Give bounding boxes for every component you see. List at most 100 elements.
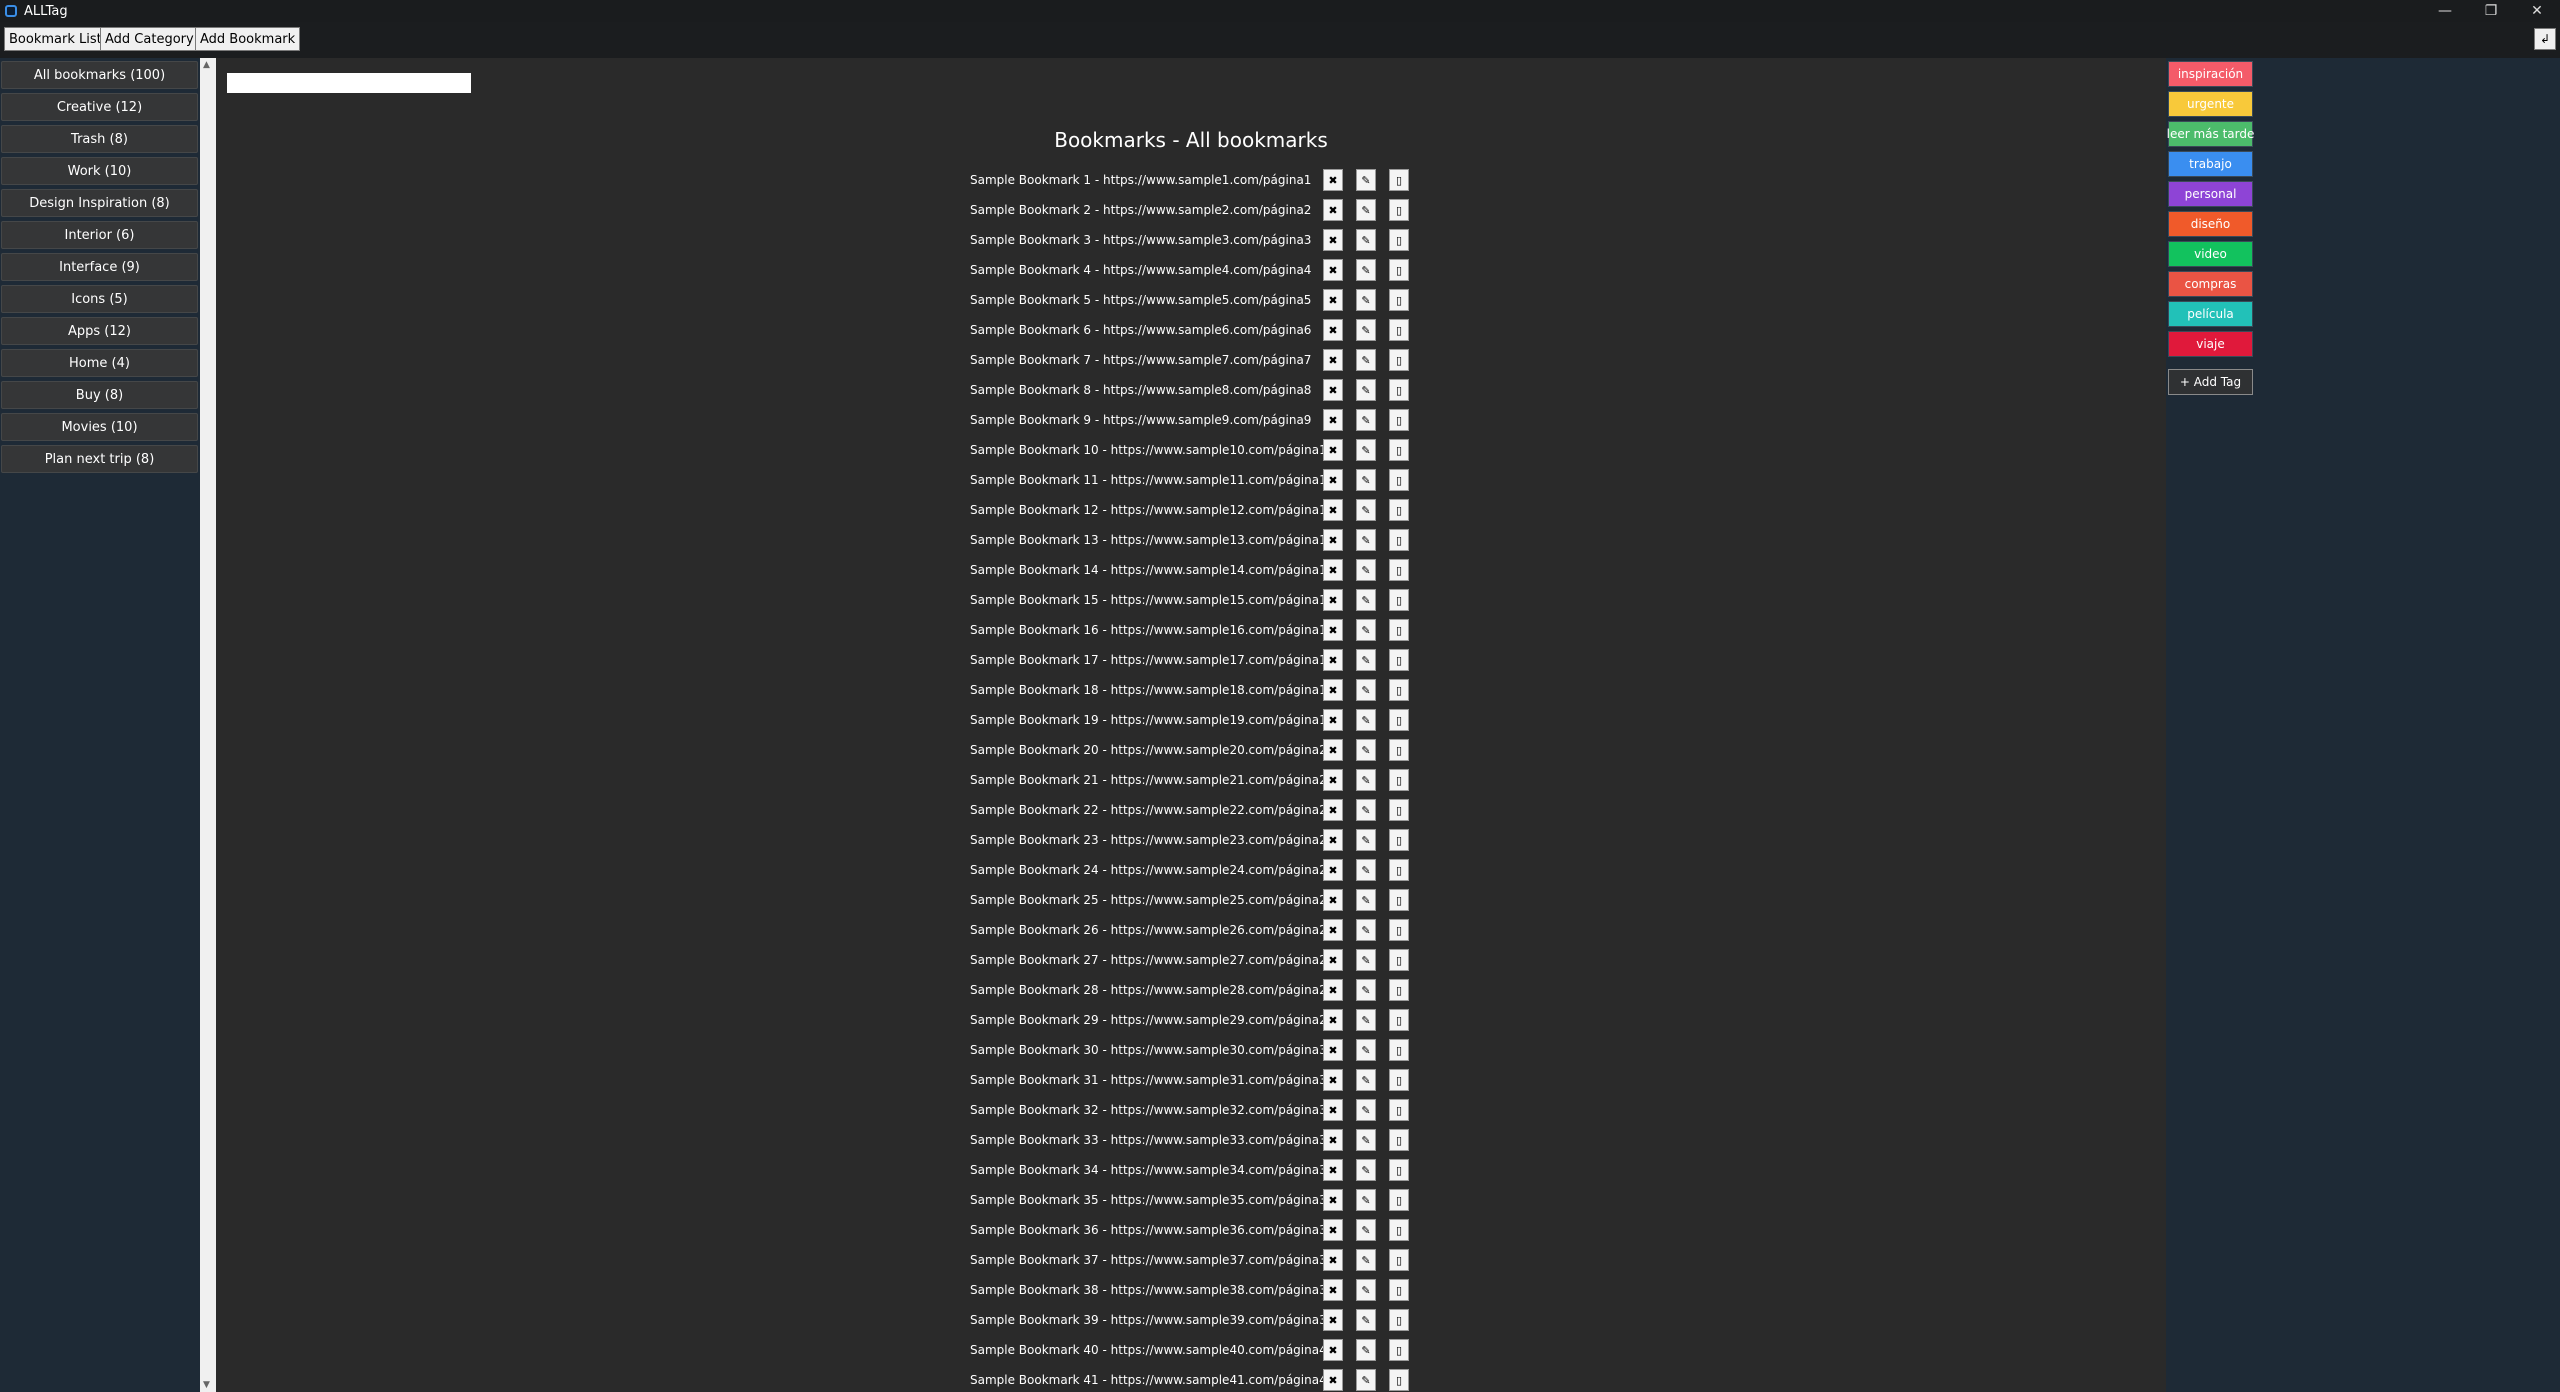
edit-icon[interactable]: ✎ [1356,1309,1376,1331]
delete-icon[interactable]: ✖ [1323,859,1343,881]
bookmark-link[interactable]: Sample Bookmark 7 - https://www.sample7.… [970,348,1311,372]
delete-icon[interactable]: ✖ [1323,739,1343,761]
tag-diseno[interactable]: diseño [2168,211,2253,237]
delete-icon[interactable]: ✖ [1323,559,1343,581]
copy-icon[interactable]: ▯ [1389,919,1409,941]
copy-icon[interactable]: ▯ [1389,859,1409,881]
copy-icon[interactable]: ▯ [1389,1129,1409,1151]
bookmark-link[interactable]: Sample Bookmark 22 - https://www.sample2… [970,798,1334,822]
edit-icon[interactable]: ✎ [1356,1039,1376,1061]
delete-icon[interactable]: ✖ [1323,1189,1343,1211]
bookmark-link[interactable]: Sample Bookmark 41 - https://www.sample4… [970,1368,1334,1392]
tag-video[interactable]: video [2168,241,2253,267]
copy-icon[interactable]: ▯ [1389,1009,1409,1031]
delete-icon[interactable]: ✖ [1323,469,1343,491]
edit-icon[interactable]: ✎ [1356,499,1376,521]
delete-icon[interactable]: ✖ [1323,1069,1343,1091]
copy-icon[interactable]: ▯ [1389,979,1409,1001]
copy-icon[interactable]: ▯ [1389,199,1409,221]
category-icons[interactable]: Icons (5) [1,285,198,313]
copy-icon[interactable]: ▯ [1389,259,1409,281]
delete-icon[interactable]: ✖ [1323,649,1343,671]
edit-icon[interactable]: ✎ [1356,649,1376,671]
category-work[interactable]: Work (10) [1,157,198,185]
bookmark-link[interactable]: Sample Bookmark 35 - https://www.sample3… [970,1188,1334,1212]
delete-icon[interactable]: ✖ [1323,199,1343,221]
bookmark-link[interactable]: Sample Bookmark 16 - https://www.sample1… [970,618,1334,642]
tag-leer-mas-tarde[interactable]: leer más tarde [2167,121,2254,147]
delete-icon[interactable]: ✖ [1323,829,1343,851]
tag-urgente[interactable]: urgente [2168,91,2253,117]
copy-icon[interactable]: ▯ [1389,1369,1409,1391]
bookmark-link[interactable]: Sample Bookmark 8 - https://www.sample8.… [970,378,1311,402]
category-buy[interactable]: Buy (8) [1,381,198,409]
vertical-scrollbar[interactable]: ▲ ▼ [200,58,216,1392]
copy-icon[interactable]: ▯ [1389,829,1409,851]
edit-icon[interactable]: ✎ [1356,619,1376,641]
delete-icon[interactable]: ✖ [1323,289,1343,311]
edit-icon[interactable]: ✎ [1356,349,1376,371]
edit-icon[interactable]: ✎ [1356,169,1376,191]
copy-icon[interactable]: ▯ [1389,349,1409,371]
edit-icon[interactable]: ✎ [1356,1249,1376,1271]
category-interior[interactable]: Interior (6) [1,221,198,249]
edit-icon[interactable]: ✎ [1356,769,1376,791]
bookmark-link[interactable]: Sample Bookmark 27 - https://www.sample2… [970,948,1334,972]
bookmark-link[interactable]: Sample Bookmark 12 - https://www.sample1… [970,498,1334,522]
bookmark-link[interactable]: Sample Bookmark 9 - https://www.sample9.… [970,408,1311,432]
bookmark-link[interactable]: Sample Bookmark 11 - https://www.sample1… [970,468,1334,492]
add-tag-button[interactable]: + Add Tag [2168,369,2253,395]
copy-icon[interactable]: ▯ [1389,1339,1409,1361]
category-plan-next-trip[interactable]: Plan next trip (8) [1,445,198,473]
bookmark-link[interactable]: Sample Bookmark 19 - https://www.sample1… [970,708,1334,732]
delete-icon[interactable]: ✖ [1323,1159,1343,1181]
delete-icon[interactable]: ✖ [1323,1339,1343,1361]
category-all-bookmarks[interactable]: All bookmarks (100) [1,61,198,89]
edit-icon[interactable]: ✎ [1356,469,1376,491]
delete-icon[interactable]: ✖ [1323,889,1343,911]
copy-icon[interactable]: ▯ [1389,649,1409,671]
tag-trabajo[interactable]: trabajo [2168,151,2253,177]
copy-icon[interactable]: ▯ [1389,229,1409,251]
bookmark-link[interactable]: Sample Bookmark 37 - https://www.sample3… [970,1248,1334,1272]
copy-icon[interactable]: ▯ [1389,679,1409,701]
bookmark-link[interactable]: Sample Bookmark 30 - https://www.sample3… [970,1038,1334,1062]
bookmark-link[interactable]: Sample Bookmark 32 - https://www.sample3… [970,1098,1334,1122]
edit-icon[interactable]: ✎ [1356,1069,1376,1091]
bookmark-link[interactable]: Sample Bookmark 2 - https://www.sample2.… [970,198,1311,222]
bookmark-link[interactable]: Sample Bookmark 5 - https://www.sample5.… [970,288,1311,312]
edit-icon[interactable]: ✎ [1356,709,1376,731]
edit-icon[interactable]: ✎ [1356,1129,1376,1151]
bookmark-link[interactable]: Sample Bookmark 1 - https://www.sample1.… [970,168,1311,192]
edit-icon[interactable]: ✎ [1356,259,1376,281]
bookmark-link[interactable]: Sample Bookmark 25 - https://www.sample2… [970,888,1334,912]
tag-inspiracion[interactable]: inspiración [2168,61,2253,87]
copy-icon[interactable]: ▯ [1389,1279,1409,1301]
edit-icon[interactable]: ✎ [1356,1189,1376,1211]
edit-icon[interactable]: ✎ [1356,289,1376,311]
bookmark-link[interactable]: Sample Bookmark 10 - https://www.sample1… [970,438,1334,462]
delete-icon[interactable]: ✖ [1323,1219,1343,1241]
minimize-button[interactable]: — [2422,0,2468,22]
collapse-icon[interactable]: ↲ [2534,28,2556,50]
copy-icon[interactable]: ▯ [1389,769,1409,791]
edit-icon[interactable]: ✎ [1356,1339,1376,1361]
copy-icon[interactable]: ▯ [1389,619,1409,641]
edit-icon[interactable]: ✎ [1356,229,1376,251]
bookmark-link[interactable]: Sample Bookmark 28 - https://www.sample2… [970,978,1334,1002]
delete-icon[interactable]: ✖ [1323,1129,1343,1151]
bookmark-link[interactable]: Sample Bookmark 24 - https://www.sample2… [970,858,1334,882]
bookmark-link[interactable]: Sample Bookmark 13 - https://www.sample1… [970,528,1334,552]
delete-icon[interactable]: ✖ [1323,1309,1343,1331]
bookmark-link[interactable]: Sample Bookmark 34 - https://www.sample3… [970,1158,1334,1182]
bookmark-link[interactable]: Sample Bookmark 14 - https://www.sample1… [970,558,1334,582]
delete-icon[interactable]: ✖ [1323,949,1343,971]
delete-icon[interactable]: ✖ [1323,409,1343,431]
edit-icon[interactable]: ✎ [1356,409,1376,431]
copy-icon[interactable]: ▯ [1389,1069,1409,1091]
delete-icon[interactable]: ✖ [1323,169,1343,191]
copy-icon[interactable]: ▯ [1389,169,1409,191]
delete-icon[interactable]: ✖ [1323,919,1343,941]
category-creative[interactable]: Creative (12) [1,93,198,121]
delete-icon[interactable]: ✖ [1323,619,1343,641]
